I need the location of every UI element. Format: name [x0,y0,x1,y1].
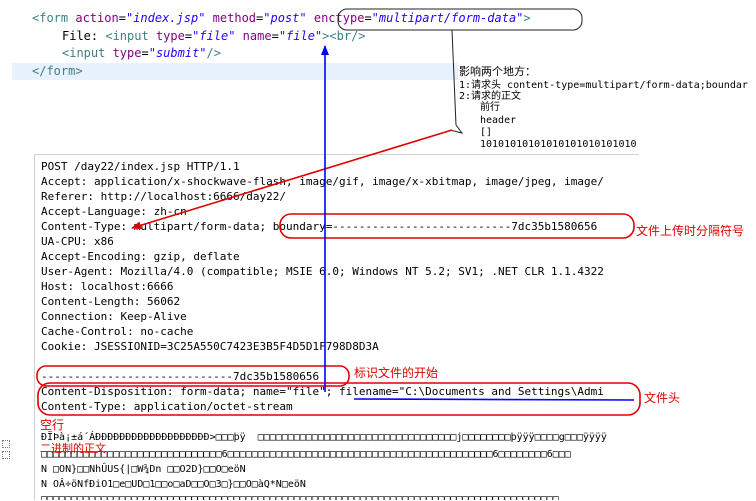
header-accept: Accept: application/x-shockwave-flash, i… [41,175,604,188]
note-request-header: 1:请求头 content-type=multipart/form-data;b… [459,80,748,91]
attr-type: type [155,29,185,43]
annotation-binary-body-label: 二进制的正文 [40,443,106,455]
value-type-file: "file" [192,29,236,43]
binary-line: □□□□□□□□□□□□□□□□□□□□□□□□□□□□□□6□□□□□□□□□… [41,449,571,460]
binary-line: N OÂ÷öNfÐiO1□e□UD□1□□o□aD□□O□3□}□□O□àQ*N… [41,479,306,490]
attr-action: action [75,11,119,25]
equals-sign: = [271,29,279,43]
http-request-panel: POST /day22/index.jsp HTTP/1.1 Accept: a… [34,154,639,500]
editor-gutter [0,0,12,90]
header-ua-cpu: UA-CPU: x86 [41,235,114,248]
header-accept-encoding: Accept-Encoding: gzip, deflate [41,250,240,263]
file-label-text: File: [62,29,106,43]
header-content-type: Content-Type: multipart/form-data; bound… [41,220,598,233]
annotation-file-header-label: 文件头 [644,391,681,405]
value-action: "index.jsp" [125,11,206,25]
part-content-type: Content-Type: application/octet-stream [41,400,293,413]
boundary-line: -----------------------------7dc35b15806… [41,370,320,383]
form-tag-open: <form [32,11,76,25]
equals-sign: = [364,11,372,25]
code-line-form-close: </form> [32,64,83,78]
binary-line: □□□□□□□□□□□□□□□□□□□□□□□□□□□□□□□□□□□□□□□□… [41,494,559,500]
attr-method: method [212,11,257,25]
annotation-boundary-label: 文件上传时分隔符号 [636,224,745,238]
equals-sign: = [118,11,126,25]
note-affects-two-places: 影响两个地方： [459,65,536,78]
value-type-submit: "submit" [148,46,207,60]
note-brackets: [] [480,127,493,138]
binary-line: N □ON}□□NhÛUS{|□W¾Dn □□O2D}□□O□eöN [41,464,246,475]
input-tag-close: ><br/> [322,29,366,43]
header-accept-language: Accept-Language: zh-cn [41,205,187,218]
annotation-blank-line-label: 空行 [40,418,65,432]
code-editor[interactable]: <form action="index.jsp" method="post" e… [0,0,756,90]
header-referer: Referer: http://localhost:6666/day22/ [41,190,287,203]
annotation-file-start-label: 标识文件的开始 [354,366,439,380]
part-content-disposition: Content-Disposition: form-data; name="fi… [41,385,604,398]
header-cookie: Cookie: JSESSIONID=3C25A550C7423E3B5F4D5… [41,340,379,353]
binary-line: ÐÏÞà¡±á´ÁÐÐÐÐÐÐÐÐÐÐÐÐÐÐÐÐÐÐÐ>□□□þÿ □□□□□… [41,432,607,443]
attr-enctype: enctype [313,11,365,25]
value-name-file: "file" [278,29,323,43]
input-tag-close: /> [206,46,221,60]
header-cache-control: Cache-Control: no-cache [41,325,194,338]
attr-type: type [112,46,142,60]
request-line: POST /day22/index.jsp HTTP/1.1 [41,160,240,173]
value-enctype: "multipart/form-data" [371,11,524,25]
header-connection: Connection: Keep-Alive [41,310,187,323]
equals-sign: = [141,46,149,60]
note-header: header [480,115,517,126]
code-line-form-open: <form action="index.jsp" method="post" e… [32,10,531,27]
code-line-file-input: File: <input type="file" name="file"><br… [62,28,366,45]
editor-marker [2,440,10,448]
header-user-agent: User-Agent: Mozilla/4.0 (compatible; MSI… [41,265,604,278]
note-request-body: 2:请求的正文 [459,91,522,102]
value-method: "post" [263,11,307,25]
code-line-submit-input: <input type="submit"/> [62,45,221,62]
editor-marker [2,451,10,459]
form-tag-close-bracket: > [523,11,531,25]
note-binary-digits: 10101010101010101010101010 [480,139,637,150]
header-content-length: Content-Length: 56062 [41,295,181,308]
input-tag-open: <input [62,46,113,60]
input-tag-open: <input [105,29,156,43]
header-host: Host: localhost:6666 [41,280,174,293]
equals-sign: = [184,29,193,43]
note-preface: 前行 [480,102,500,113]
attr-name: name [242,29,272,43]
